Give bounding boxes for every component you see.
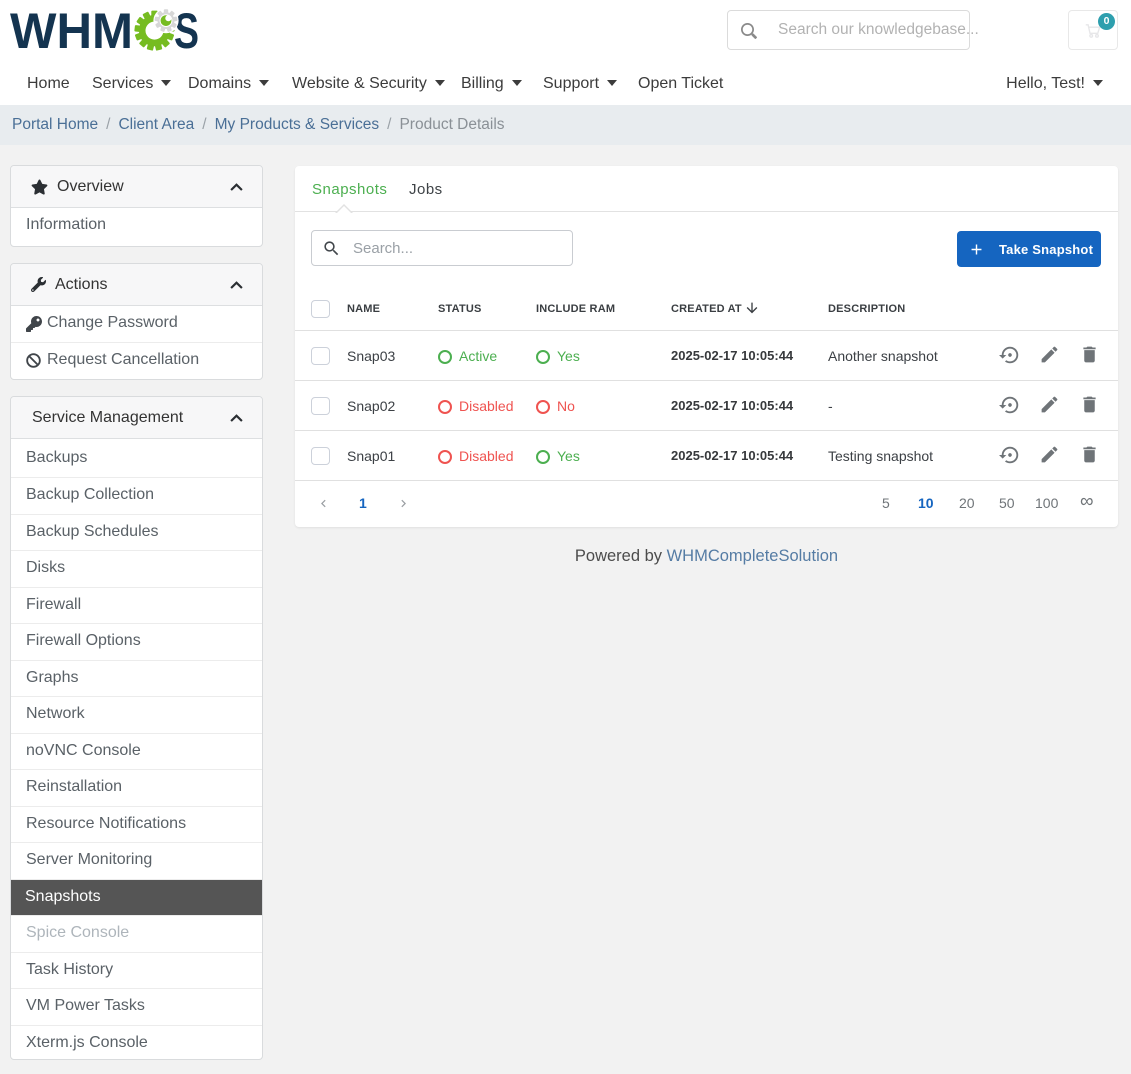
svg-text:S: S (174, 6, 199, 54)
svg-text:WHM: WHM (10, 6, 133, 54)
